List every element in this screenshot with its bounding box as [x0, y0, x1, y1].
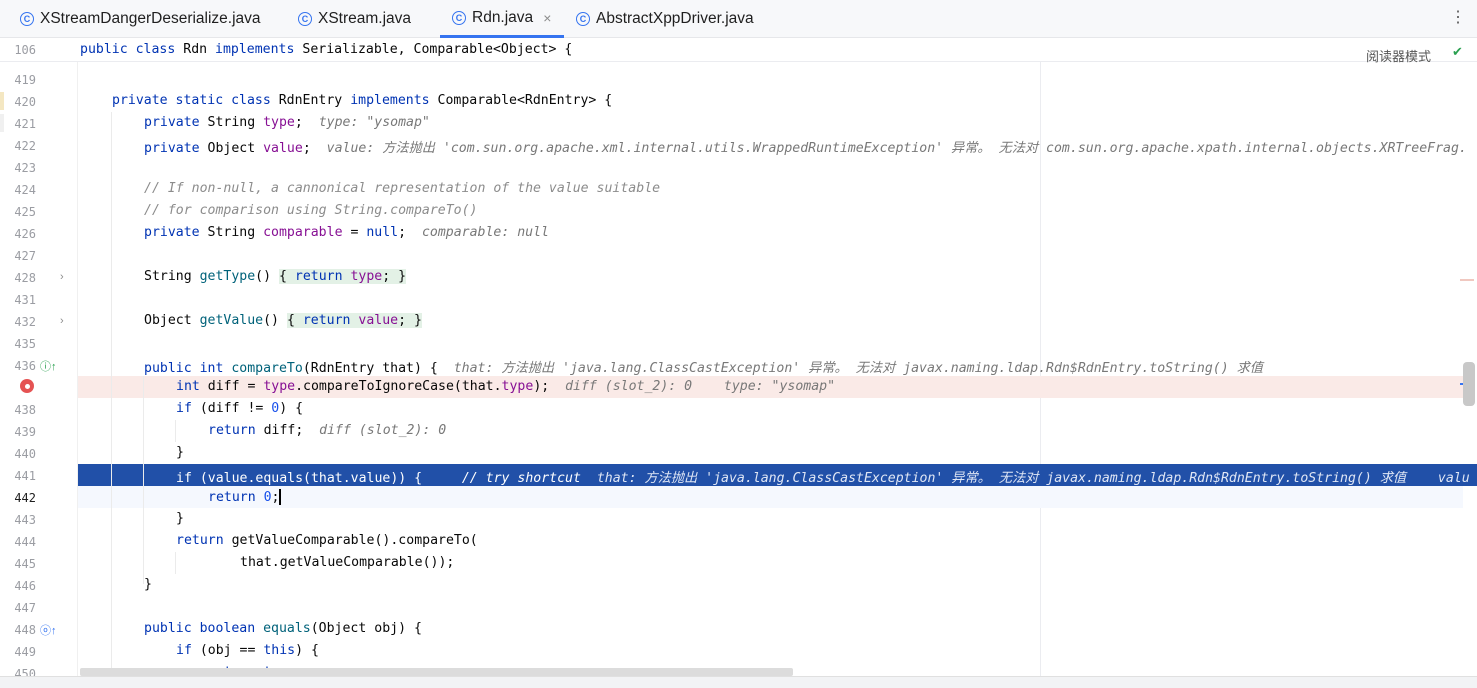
java-class-icon: C [20, 12, 34, 26]
code-line-446[interactable]: } [144, 577, 152, 592]
line-number: 106 [14, 43, 36, 57]
tab-label: Rdn.java [472, 8, 534, 26]
overriding-method-icon[interactable]: ⓞ↑ [40, 622, 57, 638]
code-line-439[interactable]: return diff; diff (slot_2): 0 [208, 423, 446, 438]
line-number: 440 [14, 447, 36, 461]
code-line-448[interactable]: public boolean equals(Object obj) { [144, 621, 422, 636]
code-line-424[interactable]: // If non-null, a cannonical representat… [144, 181, 660, 196]
text-caret [279, 489, 281, 505]
line-number: 428 [14, 271, 36, 285]
line-number: 431 [14, 293, 36, 307]
line-number: 445 [14, 557, 36, 571]
horizontal-scrollbar[interactable] [80, 668, 793, 676]
caret-line-highlight [78, 486, 1463, 508]
tab-rdn[interactable]: C Rdn.java × [440, 0, 564, 38]
code-line-442[interactable]: return 0; [208, 489, 281, 505]
line-number: 441 [14, 469, 36, 483]
line-number: 424 [14, 183, 36, 197]
line-number: 435 [14, 337, 36, 351]
tab-label: XStream.java [318, 10, 412, 27]
code-line-438[interactable]: if (diff != 0) { [176, 401, 303, 416]
vertical-scrollbar[interactable] [1463, 362, 1475, 406]
error-stripe-marker[interactable] [1460, 279, 1474, 281]
line-number: 426 [14, 227, 36, 241]
close-icon[interactable]: × [543, 10, 551, 26]
tab-xstream[interactable]: C XStream.java [298, 0, 411, 38]
line-number: 422 [14, 139, 36, 153]
code-line-449[interactable]: if (obj == this) { [176, 643, 319, 658]
line-number: 447 [14, 601, 36, 615]
java-class-icon: C [452, 10, 466, 25]
sticky-code: public class Rdn implements Serializable… [80, 42, 573, 57]
line-number-current: 442 [14, 491, 36, 505]
line-number: 449 [14, 645, 36, 659]
line-number: 432 [14, 315, 36, 329]
tab-label: XStreamDangerDeserialize.java [40, 10, 261, 27]
inspection-ok-icon[interactable]: ✔ [1452, 44, 1463, 60]
line-number: 419 [14, 73, 36, 87]
line-number: 444 [14, 535, 36, 549]
line-number: 436 [14, 359, 36, 373]
editor-tab-bar: C XStreamDangerDeserialize.java C XStrea… [0, 0, 1477, 38]
code-line-441[interactable]: if (value.equals(that.value)) { // try s… [176, 467, 1470, 486]
reader-mode-button[interactable]: 阅读器模式 [1366, 46, 1431, 65]
code-line-440[interactable]: } [176, 445, 184, 460]
gutter-divider [77, 62, 78, 676]
java-class-icon: C [298, 12, 312, 26]
line-number: 438 [14, 403, 36, 417]
code-line-422[interactable]: private Object value; value: 方法抛出 'com.s… [144, 137, 1467, 156]
breakpoint-icon[interactable] [20, 379, 34, 393]
sticky-scope-header[interactable]: 106 public class Rdn implements Serializ… [0, 38, 1477, 62]
code-line-421[interactable]: private String type; type: "ysomap" [144, 115, 430, 130]
indent-guide [111, 112, 112, 668]
code-line-428[interactable]: String getType() { return type; } [144, 269, 407, 284]
line-number: 427 [14, 249, 36, 263]
execution-point-line: if (value.equals(that.value)) { // try s… [78, 464, 1477, 486]
fold-chevron-icon[interactable]: › [60, 271, 64, 283]
code-line-436[interactable]: public int compareTo(RdnEntry that) { th… [144, 357, 1263, 376]
code-line-437[interactable]: int diff = type.compareToIgnoreCase(that… [176, 379, 835, 394]
more-tabs-icon[interactable]: ⋮ [1450, 8, 1466, 28]
code-line-445[interactable]: that.getValueComparable()); [240, 555, 454, 570]
line-number: 443 [14, 513, 36, 527]
code-line-426[interactable]: private String comparable = null; compar… [144, 225, 549, 240]
java-class-icon: C [576, 12, 590, 26]
indent-guide [175, 552, 176, 574]
line-number: 425 [14, 205, 36, 219]
tab-label: AbstractXppDriver.java [596, 10, 754, 27]
implementing-method-icon[interactable]: ⓘ↑ [40, 358, 57, 374]
line-number: 423 [14, 161, 36, 175]
status-strip [0, 676, 1477, 688]
tab-xstream-danger-deserialize[interactable]: C XStreamDangerDeserialize.java [20, 0, 261, 38]
line-number: 439 [14, 425, 36, 439]
code-line-444[interactable]: return getValueComparable().compareTo( [176, 533, 478, 548]
code-line-425[interactable]: // for comparison using String.compareTo… [144, 203, 477, 218]
code-line-420[interactable]: private static class RdnEntry implements… [112, 93, 612, 108]
indent-guide [143, 376, 144, 584]
line-number: 421 [14, 117, 36, 131]
code-line-443[interactable]: } [176, 511, 184, 526]
fold-chevron-icon[interactable]: › [60, 315, 64, 327]
code-line-432[interactable]: Object getValue() { return value; } [144, 313, 422, 328]
tab-abstract-xpp-driver[interactable]: C AbstractXppDriver.java [576, 0, 754, 38]
indent-guide [175, 420, 176, 442]
line-number: 420 [14, 95, 36, 109]
line-number: 448 [14, 623, 36, 637]
line-number: 446 [14, 579, 36, 593]
